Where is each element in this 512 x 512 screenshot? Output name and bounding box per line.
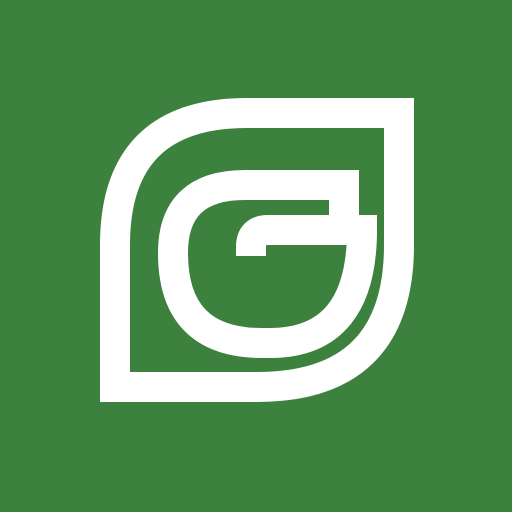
leaf-g-logo-icon	[0, 0, 512, 512]
app-icon	[0, 0, 512, 512]
